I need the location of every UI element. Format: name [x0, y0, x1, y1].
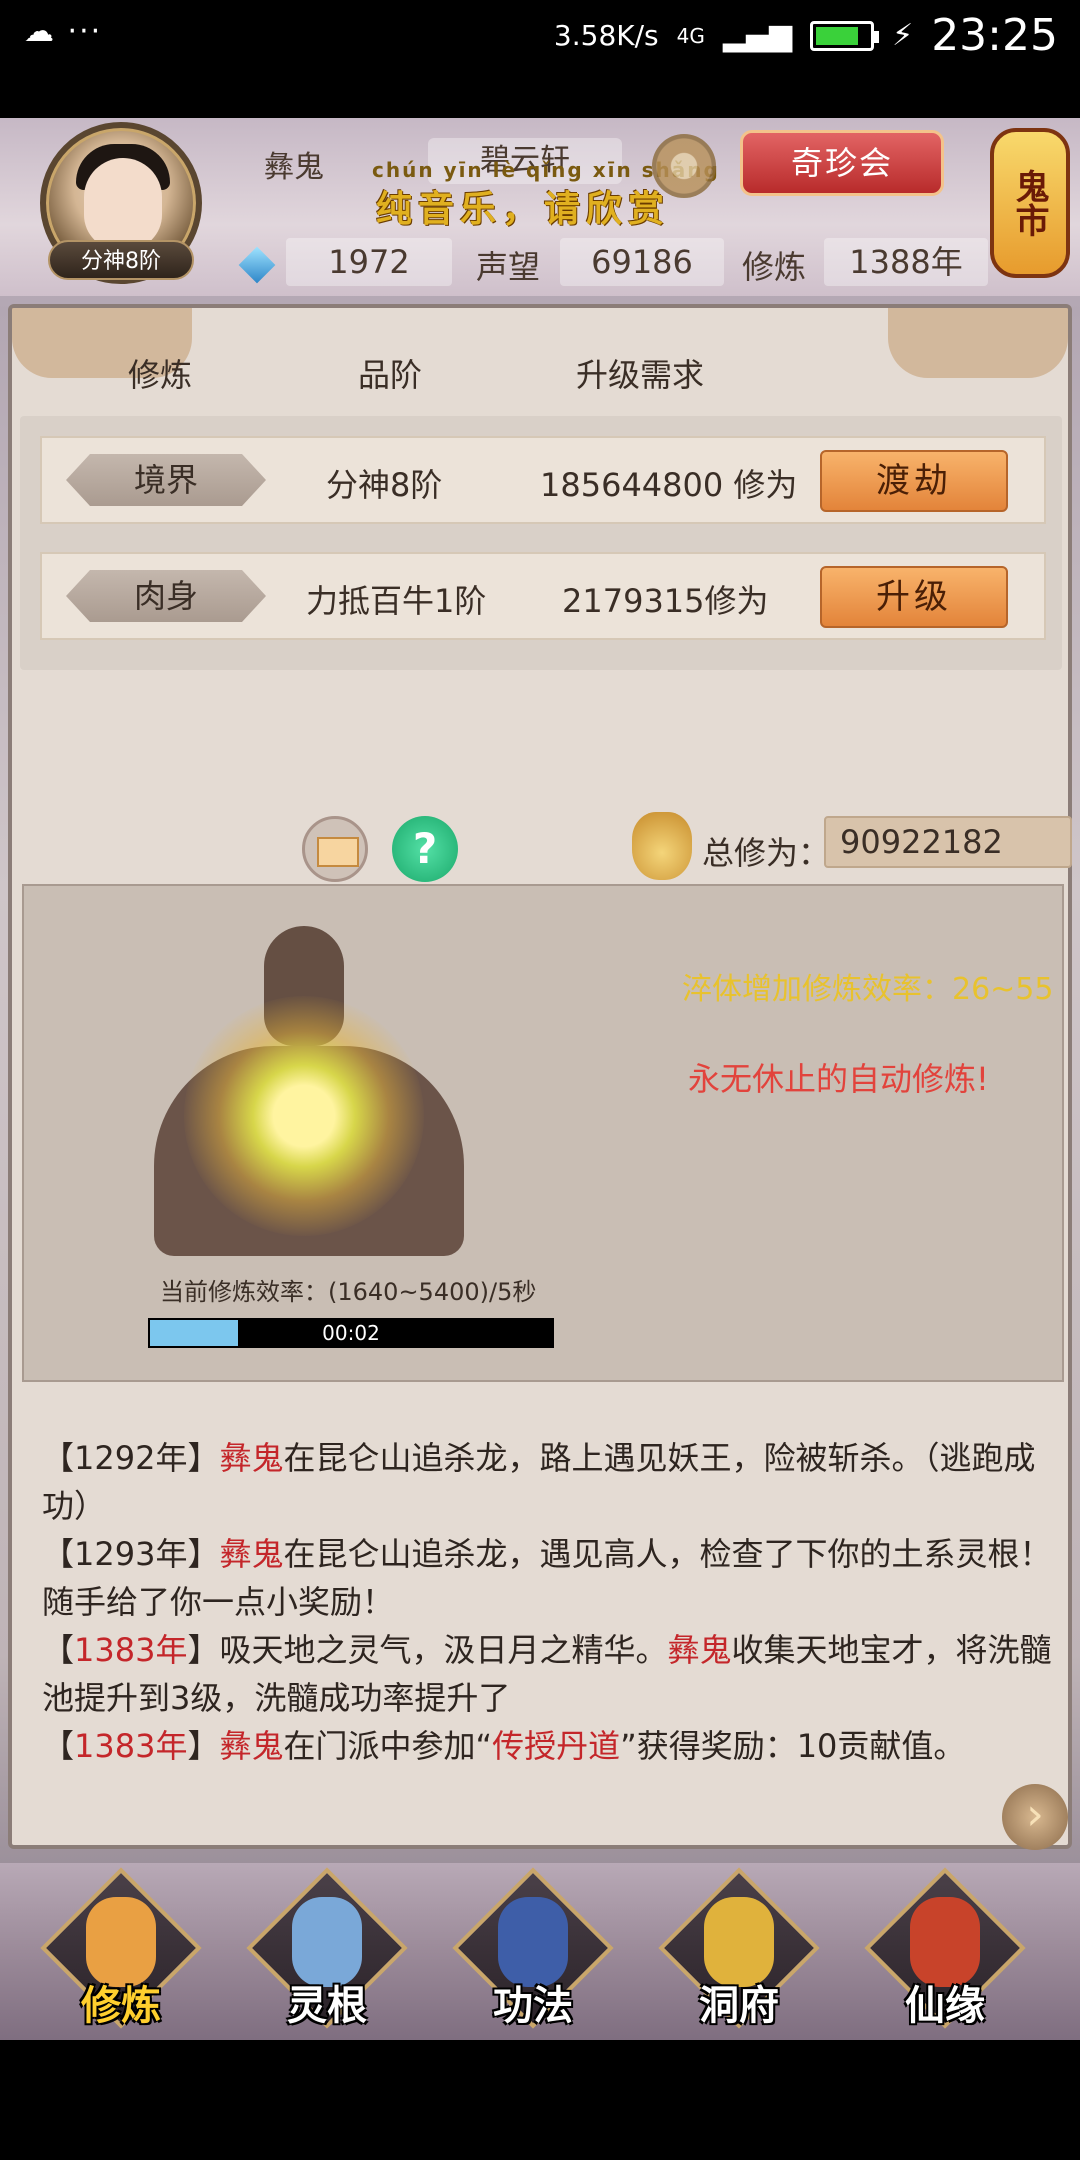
auto-cultivation-text: 永无休止的自动修炼!	[688, 1060, 989, 1098]
reputation-value: 69186	[560, 238, 724, 286]
total-cultivation-value: 90922182	[824, 816, 1072, 868]
player-name: 彝鬼	[264, 150, 324, 185]
gem-count: 1972	[286, 238, 452, 286]
bottom-nav: 修炼 灵根 功法 洞府 仙缘	[0, 1863, 1080, 2040]
qi-glow	[184, 996, 424, 1236]
nav-tab-1[interactable]: 灵根	[246, 1867, 408, 2031]
status-bar: ☁ ··· 3.58K/s 4G ▂▄▆ ⚡ 23:25	[0, 0, 1080, 75]
log-year: 1293年	[74, 1535, 188, 1573]
log-year: 1383年	[74, 1727, 188, 1765]
clock: 23:25	[931, 10, 1058, 61]
treasure-market-button[interactable]: 奇珍会	[740, 130, 944, 196]
log-year: 1292年	[74, 1439, 188, 1477]
log-text: 彝鬼	[219, 1535, 284, 1573]
column-header-requirement: 升级需求	[576, 356, 705, 394]
network-speed: 3.58K/s	[553, 19, 659, 52]
log-entry: 【1293年】彝鬼在昆仑山追杀龙，遇见高人，检查了下你的土系灵根！随手给了你一点…	[42, 1535, 1052, 1621]
realm-level: 分神8阶	[326, 466, 443, 504]
ghost-market-button[interactable]: 鬼市	[990, 128, 1070, 278]
avatar-face	[84, 158, 162, 250]
game-screen: 分神8阶 彝鬼 碧云轩 chún yīn lè qǐng xīn shǎng 纯…	[0, 118, 1080, 2040]
log-entry: 【1292年】彝鬼在昆仑山追杀龙，路上遇见妖王，险被斩杀。（逃跑成功）	[42, 1439, 1036, 1525]
cultivation-label: 修炼	[742, 248, 807, 286]
nav-tab-2[interactable]: 功法	[452, 1867, 614, 2031]
realm-badge: 分神8阶	[48, 240, 194, 280]
nav-tab-0[interactable]: 修炼	[40, 1867, 202, 2031]
body-level: 力抵百牛1阶	[306, 582, 487, 620]
log-entry: 【1383年】吸天地之灵气，汲日月之精华。彝鬼收集天地宝才，将洗髓池提升到3级，…	[42, 1631, 1052, 1717]
log-text: 彝鬼	[219, 1439, 284, 1477]
nav-tab-label: 洞府	[699, 1983, 779, 2029]
cloud-ornament-right	[888, 308, 1068, 378]
log-year: 1383年	[74, 1631, 188, 1669]
nav-tab-3[interactable]: 洞府	[658, 1867, 820, 2031]
nav-tab-label: 功法	[493, 1983, 573, 2029]
log-entry: 【1383年】彝鬼在门派中参加“传授丹道”获得奖励：10贡献值。	[42, 1727, 966, 1765]
player-header: 分神8阶 彝鬼 碧云轩 chún yīn lè qǐng xīn shǎng 纯…	[0, 118, 1080, 296]
nav-tab-label: 修炼	[81, 1983, 161, 2029]
log-text: ”获得奖励：10贡献值。	[620, 1727, 966, 1765]
current-efficiency: 当前修炼效率：(1640~5400)/5秒	[160, 1278, 537, 1306]
nav-tab-label: 仙缘	[905, 1983, 985, 2029]
column-header-cultivation: 修炼	[128, 356, 193, 394]
battery-icon	[810, 20, 880, 51]
realm-tag: 境界	[66, 454, 266, 506]
cultivation-panel: 修炼 品阶 升级需求 境界 分神8阶 185644800 修为 渡劫 肉身 力抵…	[8, 304, 1072, 1850]
upgrade-rows: 境界 分神8阶 185644800 修为 渡劫 肉身 力抵百牛1阶 217931…	[20, 416, 1062, 670]
charging-icon: ⚡	[892, 18, 914, 53]
system-nav-bar	[0, 2040, 1080, 2160]
efficiency-bonus: 淬体增加修炼效率：26~55	[682, 972, 1054, 1007]
cultivation-years: 1388年	[824, 238, 988, 286]
tribulation-button[interactable]: 渡劫	[820, 450, 1008, 512]
event-log: 【1292年】彝鬼在昆仑山追杀龙，路上遇见妖王，险被斩杀。（逃跑成功） 【1293…	[42, 1434, 1052, 1770]
progress-timer: 00:02	[322, 1321, 380, 1345]
mail-icon[interactable]	[302, 816, 368, 882]
gear-icon[interactable]	[652, 134, 716, 198]
music-notice: 纯音乐，请欣赏	[376, 189, 671, 230]
body-row: 肉身 力抵百牛1阶 2179315修为 升级	[40, 552, 1046, 640]
nav-tab-label: 灵根	[287, 1983, 367, 2029]
log-text: 在门派中参加“	[283, 1727, 493, 1765]
help-icon[interactable]: ?	[392, 816, 458, 882]
log-text: 彝鬼	[219, 1727, 284, 1765]
log-text: 彝鬼	[667, 1631, 732, 1669]
network-type: 4G	[676, 23, 705, 48]
next-arrow-icon[interactable]: ›	[1002, 1784, 1068, 1850]
status-right: 3.58K/s 4G ▂▄▆ ⚡ 23:25	[554, 10, 1058, 61]
realm-requirement: 185644800 修为	[540, 466, 798, 504]
body-requirement: 2179315修为	[562, 582, 769, 620]
log-text: 传授丹道	[492, 1727, 621, 1765]
body-tag: 肉身	[66, 570, 266, 622]
nav-tab-4[interactable]: 仙缘	[864, 1867, 1026, 2031]
cultivation-progress: 00:02	[148, 1318, 554, 1348]
status-notifications: ☁ ···	[24, 14, 103, 49]
column-header-grade: 品阶	[358, 356, 423, 394]
upgrade-button[interactable]: 升级	[820, 566, 1008, 628]
gem-icon	[238, 246, 276, 284]
money-bag-icon	[632, 812, 692, 880]
log-text: 吸天地之灵气，汲日月之精华。	[219, 1631, 668, 1669]
reputation-label: 声望	[476, 248, 541, 286]
meditation-area: 淬体增加修炼效率：26~55 永无休止的自动修炼! 当前修炼效率：(1640~5…	[22, 884, 1064, 1382]
total-cultivation-label: 总修为：	[702, 834, 831, 872]
signal-icon: ▂▄▆	[722, 18, 793, 53]
realm-row: 境界 分神8阶 185644800 修为 渡劫	[40, 436, 1046, 524]
